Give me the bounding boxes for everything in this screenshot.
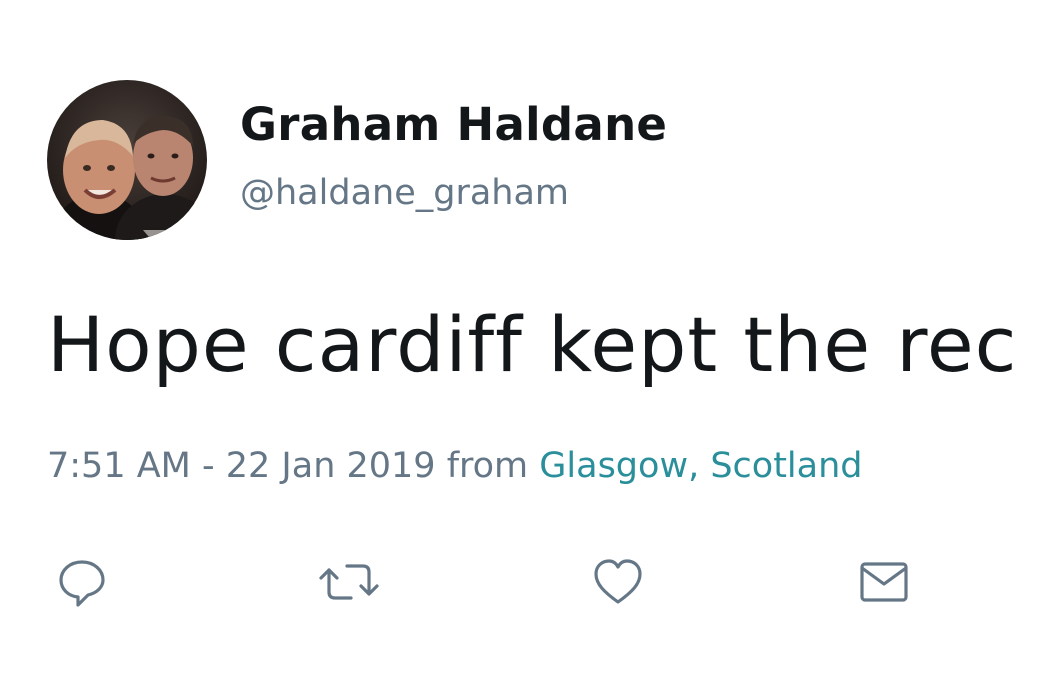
avatar[interactable] [47,80,207,240]
from-label: from [435,446,540,486]
retweet-button[interactable] [317,550,381,614]
like-button[interactable] [586,550,650,614]
tweet-card: Graham Haldane @haldane_graham Hope card… [0,0,1050,700]
reply-button[interactable] [50,550,114,614]
tweet-meta: 7:51 AM - 22 Jan 2019 from Glasgow, Scot… [47,440,862,492]
author-display-name[interactable]: Graham Haldane [240,97,667,153]
heart-icon [594,559,642,604]
tweet-text: Hope cardiff kept the rec [47,300,1018,389]
tweet-location-link[interactable]: Glasgow, Scotland [539,446,862,486]
tweet-date[interactable]: 22 Jan 2019 [226,446,436,486]
author-handle[interactable]: @haldane_graham [240,170,569,216]
retweet-icon [319,564,379,600]
meta-separator: - [190,446,226,486]
avatar-photo [47,80,207,240]
reply-icon [59,560,105,607]
direct-message-button[interactable] [852,550,916,614]
envelope-icon [860,562,908,602]
tweet-time[interactable]: 7:51 AM [47,446,191,486]
